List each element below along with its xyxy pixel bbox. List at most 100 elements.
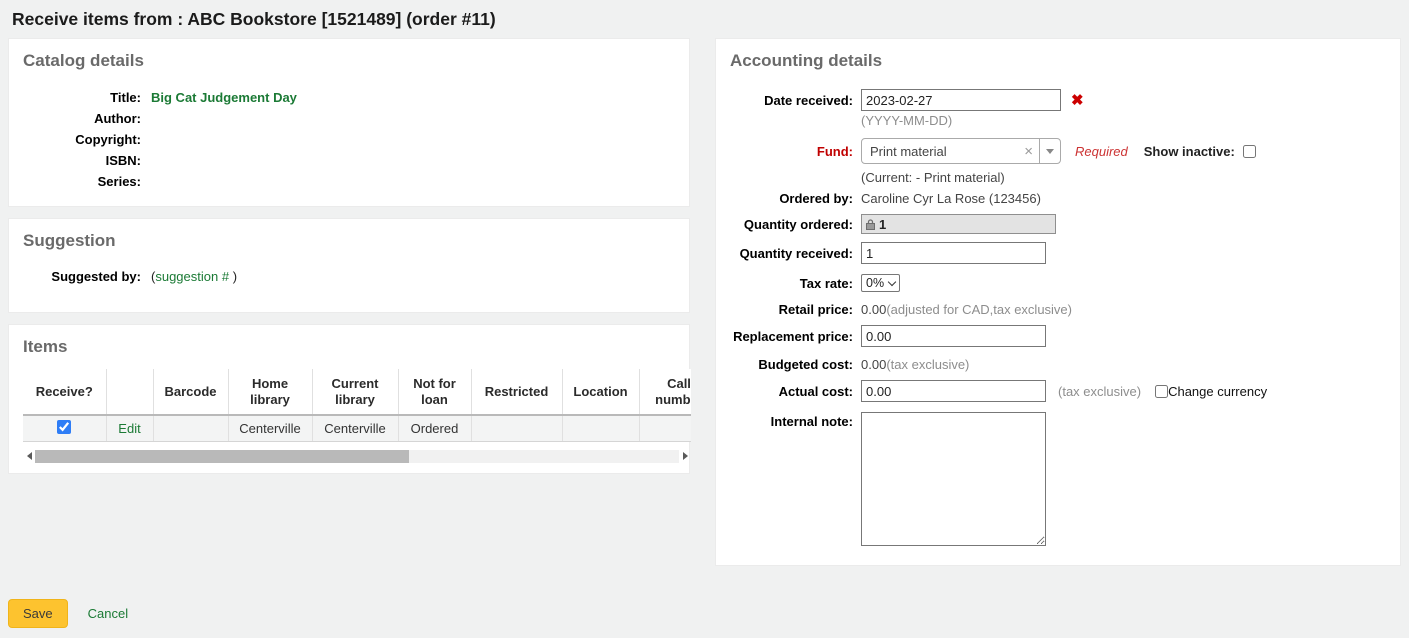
- field-isbn: ISBN:: [23, 150, 675, 171]
- show-inactive-label: Show inactive:: [1144, 144, 1235, 159]
- budgeted-cost-value: 0.00: [861, 357, 886, 372]
- field-series: Series:: [23, 171, 675, 192]
- replacement-price-label: Replacement price:: [730, 329, 853, 344]
- internal-note-label: Internal note:: [730, 414, 853, 429]
- fund-required-note: Required: [1075, 144, 1128, 159]
- quantity-received-input[interactable]: [861, 242, 1046, 264]
- show-inactive-checkbox[interactable]: [1243, 145, 1256, 158]
- quantity-received-label: Quantity received:: [730, 246, 853, 261]
- save-button[interactable]: Save: [8, 599, 68, 628]
- retail-price-value: 0.00: [861, 302, 886, 317]
- internal-note-textarea[interactable]: [861, 412, 1046, 546]
- horizontal-scrollbar[interactable]: [23, 449, 691, 463]
- quantity-ordered-row: Quantity ordered: 1: [730, 214, 1386, 234]
- accounting-details-section: Accounting details Date received: ✖ (YYY…: [715, 38, 1401, 566]
- internal-note-row: Internal note:: [730, 412, 1386, 546]
- col-restricted: Restricted: [471, 369, 562, 415]
- cancel-link[interactable]: Cancel: [88, 606, 128, 621]
- copyright-label: Copyright:: [23, 129, 141, 150]
- items-section: Items Receive? Barcode Home l: [8, 324, 690, 474]
- receive-checkbox[interactable]: [57, 420, 71, 434]
- suggested-by-label: Suggested by:: [23, 267, 141, 286]
- fund-clear-icon[interactable]: ×: [1018, 143, 1039, 160]
- close-paren: ): [233, 269, 237, 284]
- tax-rate-row: Tax rate: 0%: [730, 274, 1386, 292]
- tax-rate-label: Tax rate:: [730, 276, 853, 291]
- title-link[interactable]: Big Cat Judgement Day: [151, 90, 297, 105]
- location-cell: [562, 415, 639, 442]
- budgeted-cost-row: Budgeted cost: 0.00(tax exclusive): [730, 357, 1386, 372]
- items-table-viewport: Receive? Barcode Home library Current li…: [23, 369, 691, 442]
- col-current-library: Current library: [312, 369, 398, 415]
- accounting-form: Date received: ✖ (YYYY-MM-DD) Fund: Pr: [730, 89, 1386, 546]
- page-header: Receive items from : ABC Bookstore [1521…: [0, 0, 1409, 38]
- action-bar: Save Cancel: [8, 599, 1409, 628]
- right-column: Accounting details Date received: ✖ (YYY…: [715, 38, 1401, 577]
- replacement-price-input[interactable]: [861, 325, 1046, 347]
- scroll-right-arrow-icon[interactable]: [679, 449, 691, 463]
- catalog-details-fields: Title: Big Cat Judgement Day Author: Cop…: [23, 87, 675, 192]
- suggestion-heading: Suggestion: [23, 231, 675, 251]
- fund-dropdown-arrow-icon[interactable]: [1039, 139, 1060, 163]
- home-library-cell: Centerville: [228, 415, 312, 442]
- title-label: Title:: [23, 87, 141, 108]
- scrollbar-track[interactable]: [35, 450, 679, 463]
- catalog-details-heading: Catalog details: [23, 51, 675, 71]
- budgeted-cost-note: (tax exclusive): [886, 357, 969, 372]
- catalog-details-section: Catalog details Title: Big Cat Judgement…: [8, 38, 690, 207]
- budgeted-cost-label: Budgeted cost:: [730, 357, 853, 372]
- date-received-input[interactable]: [861, 89, 1061, 111]
- col-call-number: Call number: [639, 369, 691, 415]
- fund-select[interactable]: Print material ×: [861, 138, 1061, 164]
- retail-price-label: Retail price:: [730, 302, 853, 317]
- quantity-received-row: Quantity received:: [730, 242, 1386, 264]
- retail-price-note: (adjusted for CAD,tax exclusive): [886, 302, 1072, 317]
- accounting-details-heading: Accounting details: [730, 51, 1386, 71]
- field-author: Author:: [23, 108, 675, 129]
- current-library-cell: Centerville: [312, 415, 398, 442]
- isbn-label: ISBN:: [23, 150, 141, 171]
- quantity-ordered-label: Quantity ordered:: [730, 217, 853, 232]
- tax-rate-select[interactable]: 0%: [861, 274, 900, 292]
- change-currency-label: Change currency: [1168, 384, 1267, 399]
- fund-selected-value: Print material: [862, 144, 1018, 159]
- date-format-hint-row: (YYYY-MM-DD): [730, 113, 1386, 128]
- fund-current-note: (Current: - Print material): [861, 170, 1005, 185]
- scroll-left-arrow-icon[interactable]: [23, 449, 35, 463]
- fund-row: Fund: Print material × Required Show ina…: [730, 138, 1386, 164]
- col-location: Location: [562, 369, 639, 415]
- date-received-row: Date received: ✖: [730, 89, 1386, 111]
- ordered-by-row: Ordered by: Caroline Cyr La Rose (123456…: [730, 191, 1386, 206]
- col-home-library: Home library: [228, 369, 312, 415]
- not-for-loan-cell: Ordered: [398, 415, 471, 442]
- col-actions: [106, 369, 153, 415]
- quantity-ordered-value: 1: [879, 217, 886, 232]
- col-receive: Receive?: [23, 369, 106, 415]
- change-currency-checkbox[interactable]: [1155, 385, 1168, 398]
- items-heading: Items: [23, 337, 689, 357]
- date-format-hint: (YYYY-MM-DD): [861, 113, 952, 128]
- col-not-for-loan: Not for loan: [398, 369, 471, 415]
- lock-icon: [866, 219, 875, 230]
- clear-date-icon[interactable]: ✖: [1071, 93, 1084, 108]
- scrollbar-thumb[interactable]: [35, 450, 409, 463]
- ordered-by-value: Caroline Cyr La Rose (123456): [861, 191, 1041, 206]
- field-title: Title: Big Cat Judgement Day: [23, 87, 675, 108]
- suggestion-section: Suggestion Suggested by: (suggestion # ): [8, 218, 690, 313]
- quantity-ordered-field: 1: [861, 214, 1056, 234]
- actual-cost-label: Actual cost:: [730, 384, 853, 399]
- actual-cost-input[interactable]: [861, 380, 1046, 402]
- items-table: Receive? Barcode Home library Current li…: [23, 369, 691, 442]
- items-header-row: Receive? Barcode Home library Current li…: [23, 369, 691, 415]
- date-received-label: Date received:: [730, 93, 853, 108]
- author-label: Author:: [23, 108, 141, 129]
- restricted-cell: [471, 415, 562, 442]
- suggestion-number-link[interactable]: suggestion #: [155, 269, 229, 284]
- ordered-by-label: Ordered by:: [730, 191, 853, 206]
- tax-rate-value: 0%: [866, 276, 884, 290]
- call-number-cell: [639, 415, 691, 442]
- actual-cost-row: Actual cost: (tax exclusive) Change curr…: [730, 380, 1386, 402]
- chevron-down-icon: [888, 277, 896, 285]
- edit-item-link[interactable]: Edit: [118, 421, 140, 436]
- series-label: Series:: [23, 171, 141, 192]
